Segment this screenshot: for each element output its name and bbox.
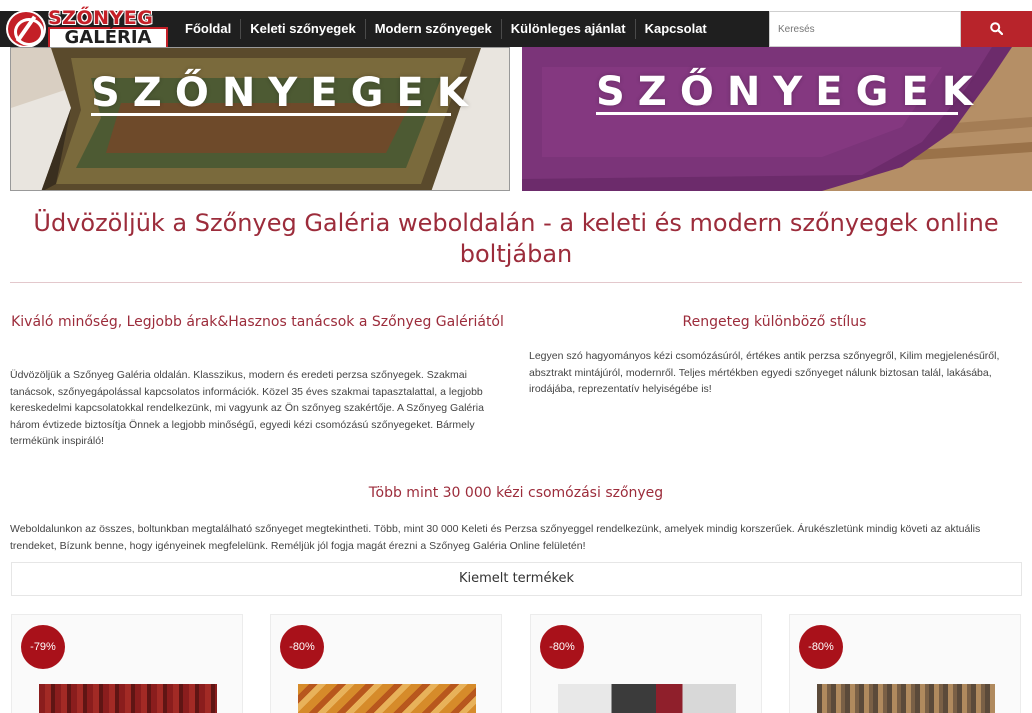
- discount-badge: -79%: [21, 625, 65, 669]
- nav-item-home[interactable]: Főoldal: [176, 19, 240, 39]
- product-card[interactable]: -80%: [270, 614, 502, 713]
- page-title: Üdvözöljük a Szőnyeg Galéria weboldalán …: [33, 209, 999, 268]
- product-image[interactable]: [298, 684, 476, 713]
- product-image[interactable]: [817, 684, 995, 713]
- banner-left-text: SZŐNYEGEK: [91, 70, 481, 116]
- nav-item-oriental-rugs[interactable]: Keleti szőnyegek: [240, 19, 365, 39]
- search-button[interactable]: [961, 11, 1032, 47]
- nav-item-special-offer[interactable]: Különleges ajánlat: [500, 19, 635, 39]
- main-menu: Főoldal Keleti szőnyegek Modern szőnyege…: [176, 11, 716, 47]
- section-heading: Több mint 30 000 kézi csomózási szőnyeg: [368, 485, 664, 501]
- col2-heading: Rengeteg különböző stílus: [682, 314, 867, 330]
- col2-text: Legyen szó hagyományos kézi csomózásúról…: [529, 350, 1000, 395]
- banner-modern-rugs[interactable]: SZŐNYEGEK: [522, 47, 1032, 191]
- section-text: Weboldalunkon az összes, boltunkban megt…: [10, 523, 981, 552]
- product-card[interactable]: -80%: [530, 614, 762, 713]
- discount-badge: -80%: [540, 625, 584, 669]
- product-image[interactable]: [558, 684, 736, 713]
- nav-item-contact[interactable]: Kapcsolat: [634, 19, 716, 39]
- product-card[interactable]: -79%: [11, 614, 243, 713]
- banner-right-text: SZŐNYEGEK: [596, 69, 986, 115]
- title-divider: [10, 282, 1022, 283]
- product-image[interactable]: [39, 684, 217, 713]
- discount-badge: -80%: [280, 625, 324, 669]
- col1-text: Üdvözöljük a Szőnyeg Galéria oldalán. Kl…: [10, 369, 484, 447]
- product-card[interactable]: -80%: [789, 614, 1021, 713]
- logo-line1: SZŐNYEG: [48, 7, 154, 29]
- featured-products-heading: Kiemelt termékek: [11, 562, 1022, 596]
- rug-logo-icon: [6, 10, 46, 48]
- logo-line2: GALÉRIA: [48, 27, 168, 49]
- banner-right-underline: [596, 112, 958, 115]
- banner-oriental-rugs[interactable]: SZŐNYEGEK: [10, 47, 510, 191]
- search-input[interactable]: [769, 11, 961, 47]
- banner-left-underline: [91, 113, 451, 116]
- nav-item-modern-rugs[interactable]: Modern szőnyegek: [364, 19, 501, 39]
- search-icon: [990, 22, 1003, 35]
- site-logo[interactable]: SZŐNYEG GALÉRIA: [6, 9, 168, 49]
- col1-heading: Kiváló minőség, Legjobb árak&Hasznos tan…: [11, 314, 504, 330]
- discount-badge: -80%: [799, 625, 843, 669]
